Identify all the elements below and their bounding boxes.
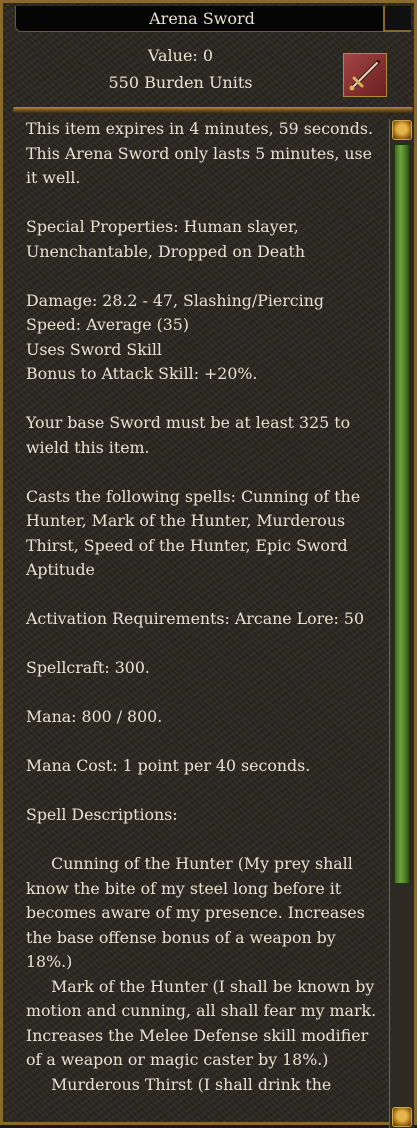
scroll-up-button[interactable]: [392, 120, 412, 140]
item-value: Value: 0: [147, 46, 214, 65]
close-button[interactable]: [383, 6, 411, 32]
section-divider: [13, 107, 413, 113]
description-paragraph: Casts the following spells: Cunning of t…: [26, 486, 361, 580]
item-summary: Value: 0 550 Burden Units: [3, 41, 417, 101]
item-description: This item expires in 4 minutes, 59 secon…: [17, 117, 382, 1128]
description-paragraph: Spellcraft: 300.: [26, 658, 150, 677]
description-paragraph: Spell Descriptions:: [26, 805, 178, 824]
description-paragraph: Mana: 800 / 800.: [26, 707, 163, 726]
item-info-window: Arena Sword Value: 0 550 Burden Units Th…: [0, 0, 417, 1128]
description-paragraph: Murderous Thirst (I shall drink the: [26, 1074, 332, 1094]
scroll-down-button[interactable]: [392, 1107, 412, 1127]
sword-icon: [343, 53, 387, 97]
description-paragraph: Your base Sword must be at least 325 to …: [26, 413, 351, 457]
window-title: Arena Sword: [15, 6, 389, 32]
description-paragraph: Cunning of the Hunter (My prey shall kno…: [26, 854, 370, 971]
description-paragraph: Damage: 28.2 - 47, Slashing/Piercing Spe…: [26, 290, 324, 384]
scroll-thumb[interactable]: [394, 144, 410, 884]
description-paragraph: Special Properties: Human slayer, Unench…: [26, 217, 306, 261]
scrollbar[interactable]: [389, 119, 414, 1128]
description-paragraph: Activation Requirements: Arcane Lore: 50: [26, 609, 364, 628]
description-paragraph: Mark of the Hunter (I shall be known by …: [26, 976, 382, 1070]
item-burden: 550 Burden Units: [108, 73, 253, 92]
description-paragraph: Mana Cost: 1 point per 40 seconds.: [26, 756, 311, 775]
description-paragraph: This item expires in 4 minutes, 59 secon…: [26, 119, 373, 187]
